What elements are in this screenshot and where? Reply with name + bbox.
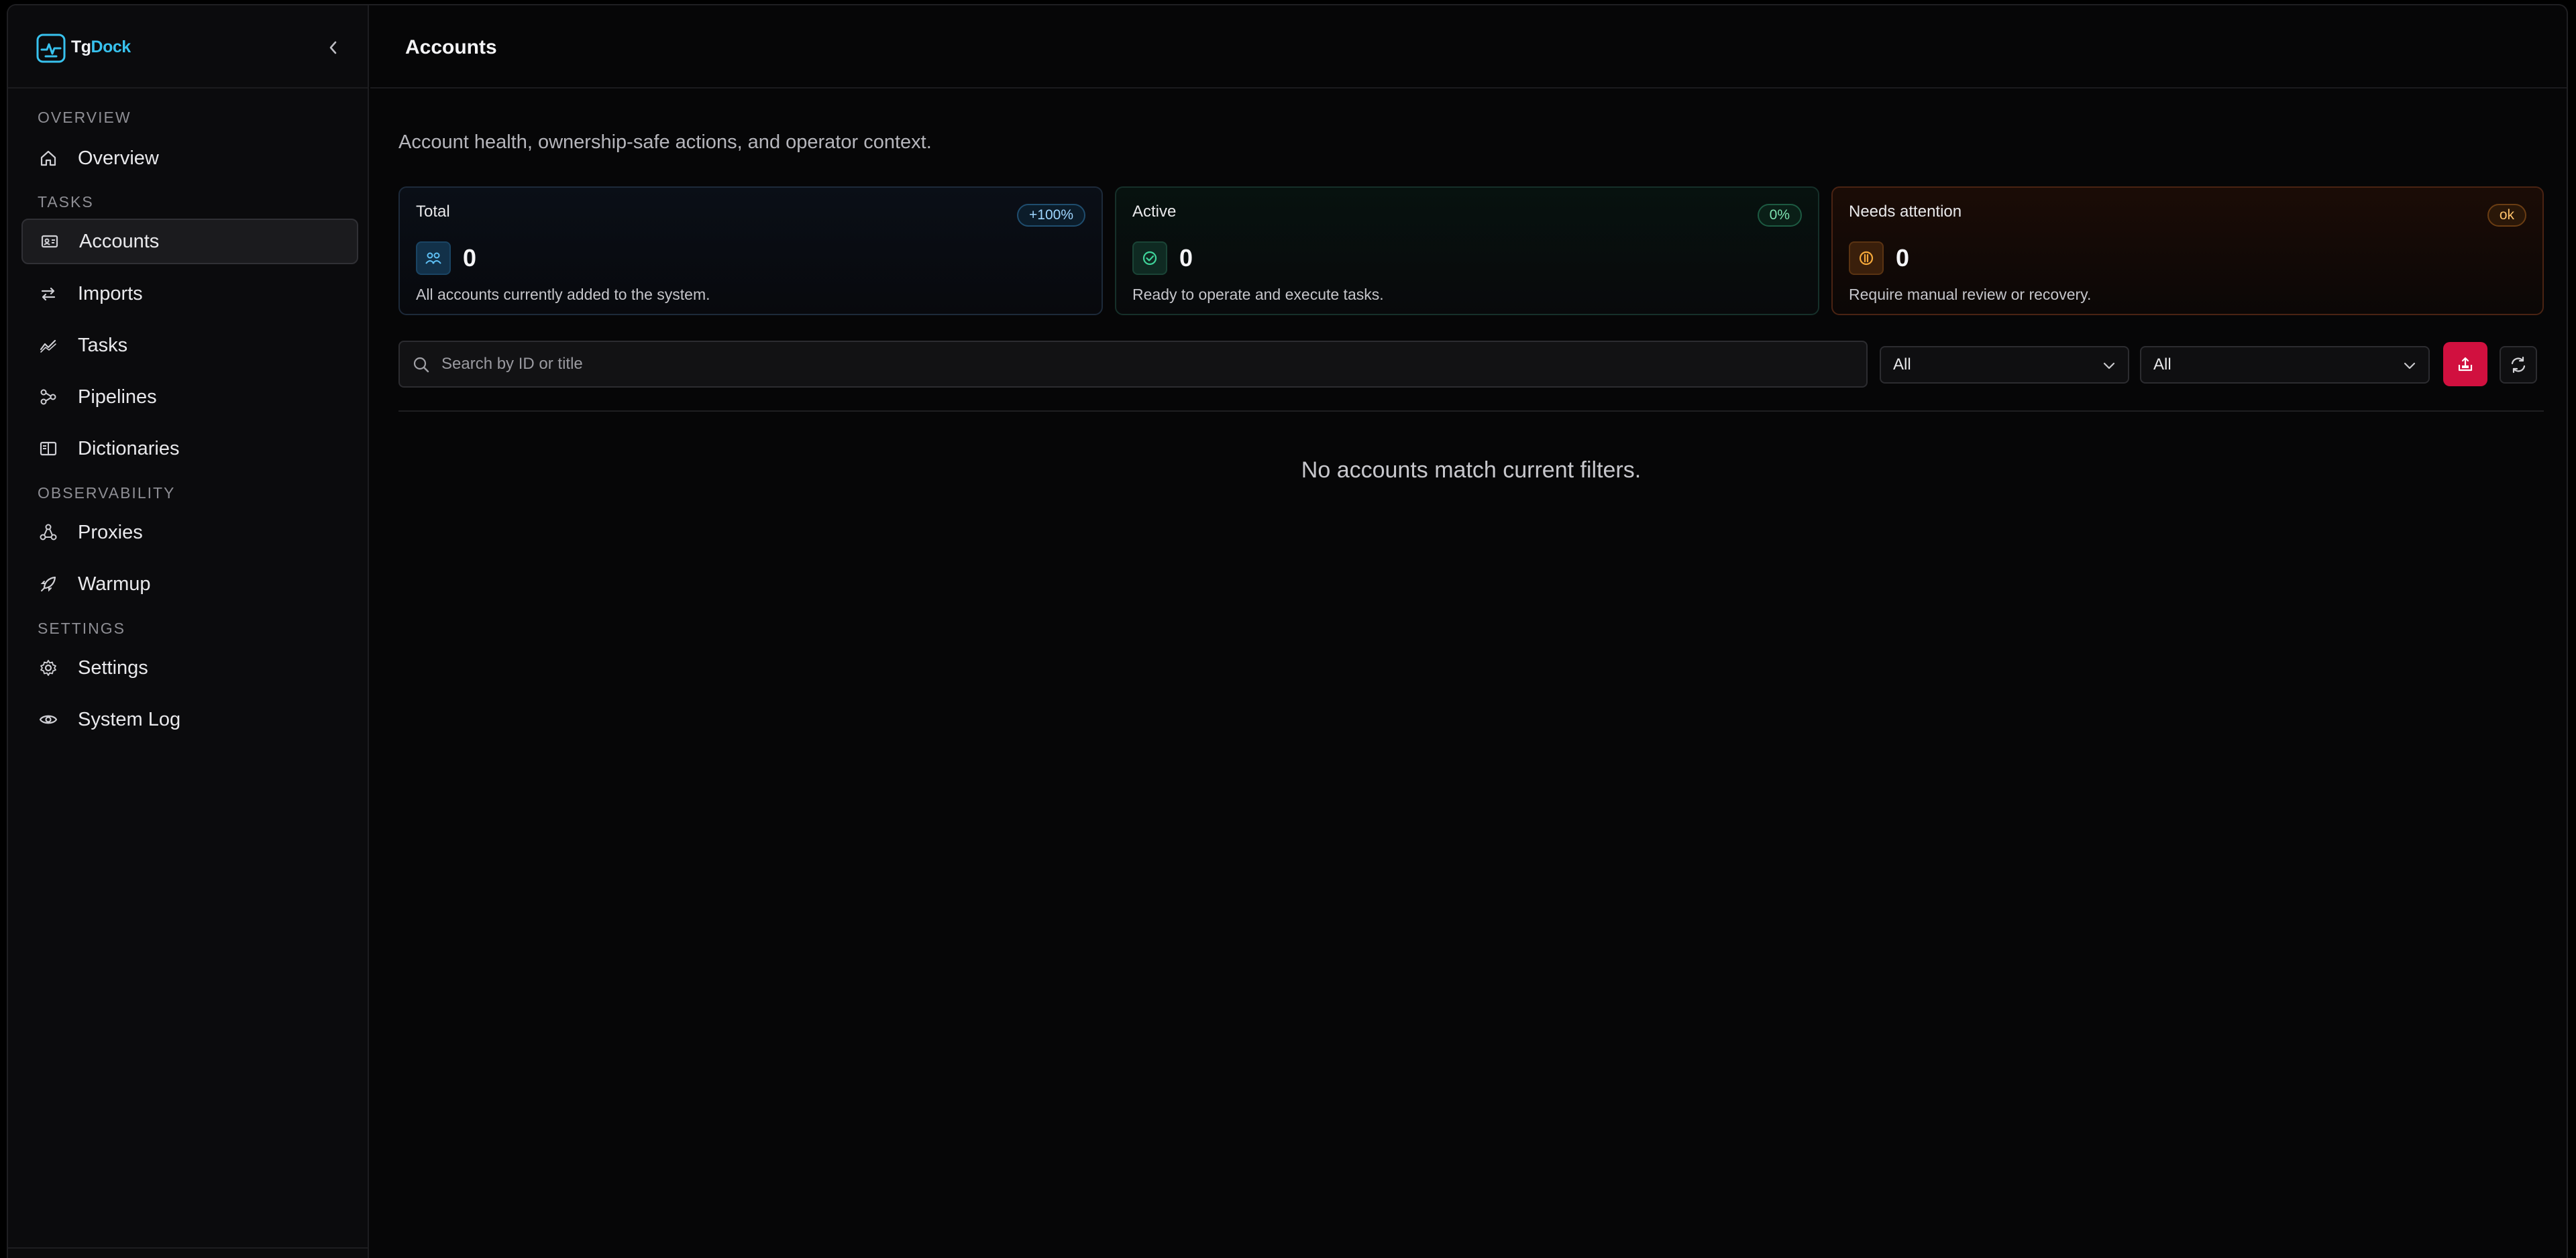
sidebar-item-label: Accounts xyxy=(79,230,160,252)
status-filter-select[interactable]: All xyxy=(1880,346,2129,384)
brand-name-part2: Dock xyxy=(91,38,131,56)
sidebar-item-overview[interactable]: Overview xyxy=(21,135,358,181)
users-icon xyxy=(416,241,451,275)
card-title: Total xyxy=(416,203,450,221)
network-icon xyxy=(39,523,58,542)
selected-value: All xyxy=(2153,355,2171,374)
workflow-icon xyxy=(39,388,58,406)
stat-card-active: Active 0% 0 Ready to operate and execute… xyxy=(1115,186,1819,315)
arrows-swap-icon xyxy=(39,284,58,303)
sidebar-item-tasks[interactable]: Tasks xyxy=(21,323,358,368)
card-title: Active xyxy=(1132,203,1177,221)
collapse-sidebar-button[interactable] xyxy=(323,38,343,58)
book-icon xyxy=(39,439,58,458)
nav-section-overview: OVERVIEW xyxy=(38,109,131,126)
sidebar: TgDock OVERVIEW Overview TASKS Accounts … xyxy=(8,5,369,1258)
sidebar-item-pipelines[interactable]: Pipelines xyxy=(21,374,358,420)
type-filter-select[interactable]: All xyxy=(2140,346,2430,384)
rocket-icon xyxy=(39,575,58,593)
sidebar-item-accounts[interactable]: Accounts xyxy=(21,219,358,264)
sidebar-item-imports[interactable]: Imports xyxy=(21,271,358,317)
sidebar-item-dictionaries[interactable]: Dictionaries xyxy=(21,426,358,471)
search-input[interactable] xyxy=(441,342,1850,386)
alert-circle-icon xyxy=(1849,241,1884,275)
sidebar-item-label: Proxies xyxy=(78,521,143,543)
card-description: Ready to operate and execute tasks. xyxy=(1132,286,1384,303)
refresh-button[interactable] xyxy=(2500,346,2537,384)
search-icon xyxy=(413,357,429,373)
sidebar-item-proxies[interactable]: Proxies xyxy=(21,510,358,555)
sidebar-item-label: Tasks xyxy=(78,334,128,356)
card-description: Require manual review or recovery. xyxy=(1849,286,2092,303)
trend-badge: +100% xyxy=(1017,204,1085,227)
sidebar-item-label: Pipelines xyxy=(78,386,157,408)
export-icon xyxy=(2458,357,2473,371)
stat-card-needs-attention: Needs attention ok 0 Require manual revi… xyxy=(1831,186,2544,315)
card-value: 0 xyxy=(463,244,477,272)
sidebar-item-label: Dictionaries xyxy=(78,437,180,459)
chevron-down-icon xyxy=(2103,362,2115,369)
chevron-left-icon xyxy=(329,41,337,54)
app-window: TgDock OVERVIEW Overview TASKS Accounts … xyxy=(7,4,2568,1258)
card-description: All accounts currently added to the syst… xyxy=(416,286,710,303)
sidebar-item-label: System Log xyxy=(78,708,181,730)
status-badge: ok xyxy=(2487,204,2526,227)
brand-name-part1: Tg xyxy=(71,38,91,56)
nav-section-observability: OBSERVABILITY xyxy=(38,484,176,502)
page-title: Accounts xyxy=(405,36,497,58)
sidebar-item-label: Imports xyxy=(78,282,143,304)
selected-value: All xyxy=(1893,355,1911,374)
export-button[interactable] xyxy=(2443,342,2487,386)
sidebar-item-settings[interactable]: Settings xyxy=(21,645,358,691)
search-box[interactable] xyxy=(398,341,1868,388)
sidebar-footer-divider xyxy=(8,1247,368,1249)
card-value: 0 xyxy=(1896,244,1910,272)
stat-card-total: Total +100% 0 All accounts currently add… xyxy=(398,186,1103,315)
chevron-down-icon xyxy=(2404,362,2416,369)
gear-icon xyxy=(39,659,58,677)
check-circle-icon xyxy=(1132,241,1167,275)
card-value: 0 xyxy=(1179,244,1193,272)
empty-state-message: No accounts match current filters. xyxy=(1301,457,1642,483)
nav-section-settings: SETTINGS xyxy=(38,620,126,637)
eye-icon xyxy=(39,710,58,729)
list-divider xyxy=(398,410,2544,412)
sidebar-item-label: Settings xyxy=(78,656,148,679)
sidebar-item-system-log[interactable]: System Log xyxy=(21,697,358,742)
sidebar-item-label: Overview xyxy=(78,147,159,169)
brand-name: TgDock xyxy=(71,38,131,57)
activity-icon xyxy=(39,336,58,355)
page-subtitle: Account health, ownership-safe actions, … xyxy=(398,131,932,153)
sidebar-item-label: Warmup xyxy=(78,573,151,595)
app-logo-icon xyxy=(36,34,66,63)
refresh-icon xyxy=(2511,356,2526,374)
sidebar-item-warmup[interactable]: Warmup xyxy=(21,561,358,607)
id-card-icon xyxy=(40,232,59,251)
nav-section-tasks: TASKS xyxy=(38,193,94,211)
trend-badge: 0% xyxy=(1757,204,1802,227)
topbar: Accounts xyxy=(370,5,2567,89)
card-title: Needs attention xyxy=(1849,203,1962,221)
brand-bar: TgDock xyxy=(8,5,368,89)
home-icon xyxy=(39,149,58,168)
